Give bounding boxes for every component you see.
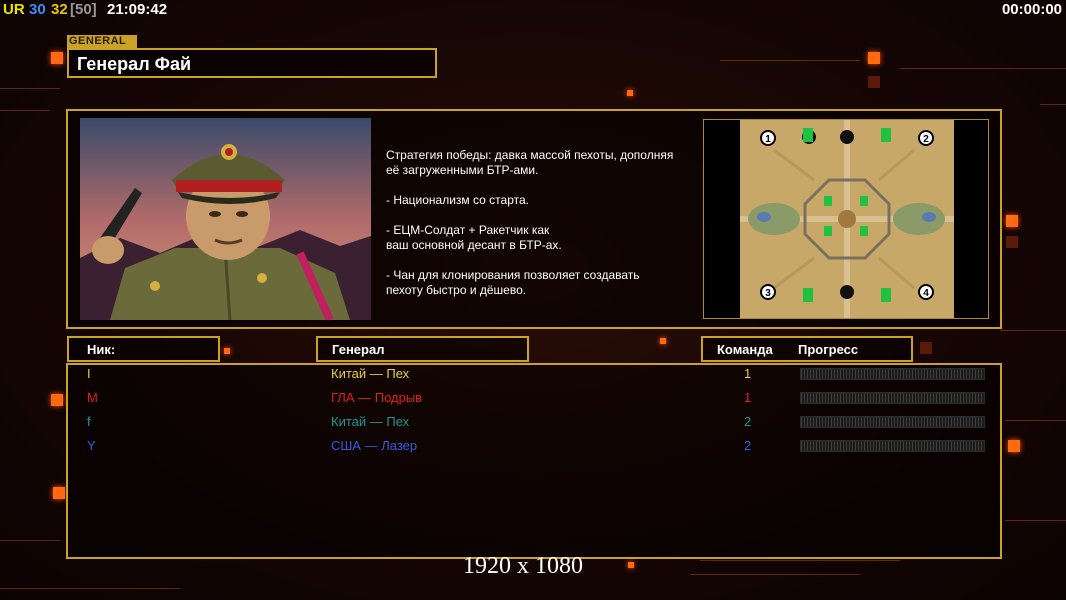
general-tag: GENERAL <box>67 35 137 48</box>
deco-line <box>720 60 860 61</box>
player-team: 2 <box>744 438 752 453</box>
player-general: Китай — Пех <box>331 366 410 381</box>
player-general: Китай — Пех <box>331 414 410 429</box>
deco-light <box>868 76 880 88</box>
deco-line <box>0 110 50 111</box>
progress-bar <box>800 392 985 404</box>
deco-light <box>660 338 666 344</box>
deco-light <box>868 52 880 64</box>
deco-light <box>1006 236 1018 248</box>
deco-line <box>1000 330 1066 331</box>
description-line: Стратегия победы: давка массой пехоты, д… <box>386 148 674 177</box>
deco-line <box>1040 104 1066 105</box>
description-line: - Чан для клонирования позволяет создава… <box>386 268 640 297</box>
deco-light <box>627 90 633 96</box>
player-team: 1 <box>744 390 752 405</box>
player-nick: I <box>87 366 91 381</box>
deco-line <box>0 540 60 541</box>
deco-light <box>51 52 63 64</box>
player-team: 2 <box>744 414 752 429</box>
player-nick: M <box>87 390 98 405</box>
deco-line <box>700 560 900 561</box>
start-position-1: 1 <box>765 134 771 145</box>
player-row: f Китай — Пех 2 <box>0 411 1066 433</box>
progress-bar <box>800 416 985 428</box>
start-position-3: 3 <box>765 288 771 299</box>
player-general: США — Лазер <box>331 438 418 453</box>
map-preview: 1 2 3 4 <box>703 119 989 319</box>
deco-light <box>628 562 634 568</box>
player-general: ГЛА — Подрыв <box>331 390 423 405</box>
deco-line <box>690 574 860 575</box>
description-line: - Национализм со старта. <box>386 193 529 207</box>
fps-target: 32 <box>51 1 68 18</box>
nick-header-box: Ник: <box>67 336 220 362</box>
description-line: - ЕЦМ-Солдат + Ракетчик как ваш основной… <box>386 223 562 252</box>
player-row: Y США — Лазер 2 <box>0 435 1066 457</box>
fps-value: 30 <box>29 1 46 18</box>
deco-light <box>224 348 230 354</box>
player-team: 1 <box>744 366 752 381</box>
deco-light <box>53 487 65 499</box>
deco-light <box>920 342 932 354</box>
player-row: M ГЛА — Подрыв 1 <box>0 387 1066 409</box>
deco-light <box>1006 215 1018 227</box>
clock: 21:09:42 <box>107 1 168 18</box>
player-row: I Китай — Пех 1 <box>0 363 1066 385</box>
progress-bar <box>800 440 985 452</box>
general-portrait <box>80 118 371 320</box>
general-description: Стратегия победы: давка массой пехоты, д… <box>386 148 696 313</box>
team-progress-header-box: Команда Прогресс <box>701 336 913 362</box>
game-timer: 00:00:00 <box>1001 1 1062 18</box>
general-name: Генерал Фай <box>77 54 192 74</box>
general-title-box: Генерал Фай <box>67 48 437 78</box>
resolution-watermark: 1920 x 1080 <box>463 553 583 579</box>
start-position-4: 4 <box>923 288 929 299</box>
general-header-box: Генерал <box>316 336 529 362</box>
fps-limit: [50] <box>70 1 97 18</box>
deco-line <box>0 88 60 89</box>
progress-bar <box>800 368 985 380</box>
general-header: Генерал <box>332 342 385 357</box>
status-bar: UR 30 32 [50] 21:09:42 <box>0 0 1066 20</box>
nick-header: Ник: <box>87 342 116 357</box>
team-header: Команда <box>717 342 773 357</box>
progress-header: Прогресс <box>798 342 859 357</box>
player-nick: f <box>87 414 91 429</box>
ur-label: UR <box>3 1 25 18</box>
deco-line <box>1005 520 1066 521</box>
deco-line <box>900 68 1066 69</box>
deco-line <box>0 588 180 589</box>
start-position-2: 2 <box>923 134 929 145</box>
player-nick: Y <box>87 438 96 453</box>
